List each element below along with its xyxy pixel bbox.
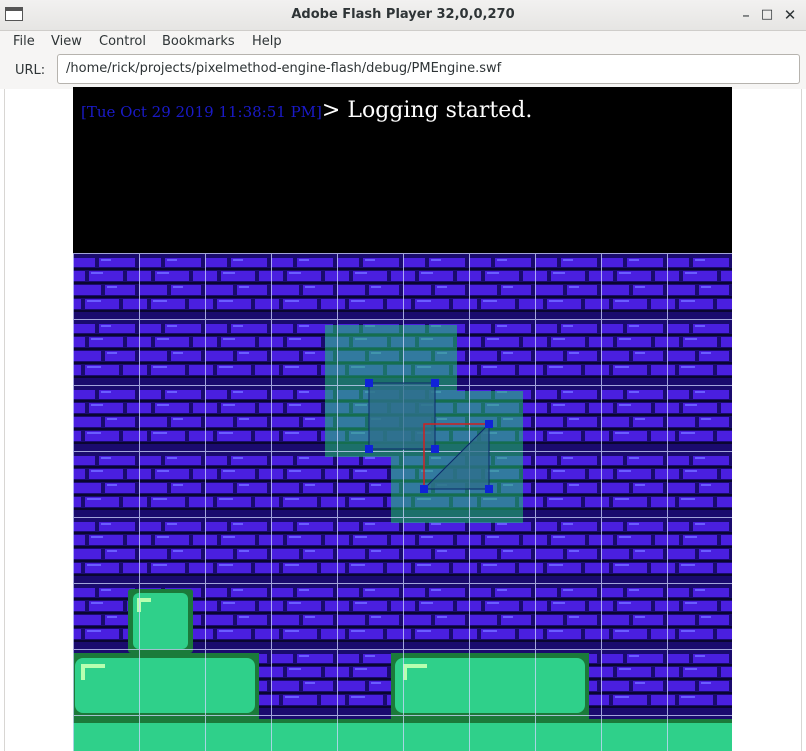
title-bar: Adobe Flash Player 32,0,0,270 – □ ✕ [0,0,806,31]
url-input[interactable]: /home/rick/projects/pixelmethod-engine-f… [57,54,800,84]
menu-bookmarks[interactable]: Bookmarks [162,34,235,49]
maximize-button[interactable]: □ [757,5,777,25]
flash-stage[interactable]: [Tue Oct 29 2019 11:38:51 PM]> Logging s… [73,87,732,751]
menu-bar: File View Control Bookmarks Help [0,31,806,53]
url-bar: URL: /home/rick/projects/pixelmethod-eng… [0,53,806,89]
menu-help[interactable]: Help [252,34,282,49]
game-tilemap[interactable] [73,253,732,751]
menu-view[interactable]: View [51,34,82,49]
console-log-line: [Tue Oct 29 2019 11:38:51 PM]> Logging s… [81,98,532,123]
url-label: URL: [15,63,46,78]
tile-grid [73,253,732,751]
log-message: > Logging started. [321,98,533,123]
menu-file[interactable]: File [13,34,35,49]
window-title: Adobe Flash Player 32,0,0,270 [291,7,515,22]
close-button[interactable]: ✕ [780,5,800,25]
log-timestamp: [Tue Oct 29 2019 11:38:51 PM] [81,103,322,121]
frame-border-right [801,89,802,751]
frame-border-left [4,89,5,751]
selection-square[interactable] [365,379,439,453]
minimize-button[interactable]: – [736,5,756,25]
menu-control[interactable]: Control [99,34,146,49]
